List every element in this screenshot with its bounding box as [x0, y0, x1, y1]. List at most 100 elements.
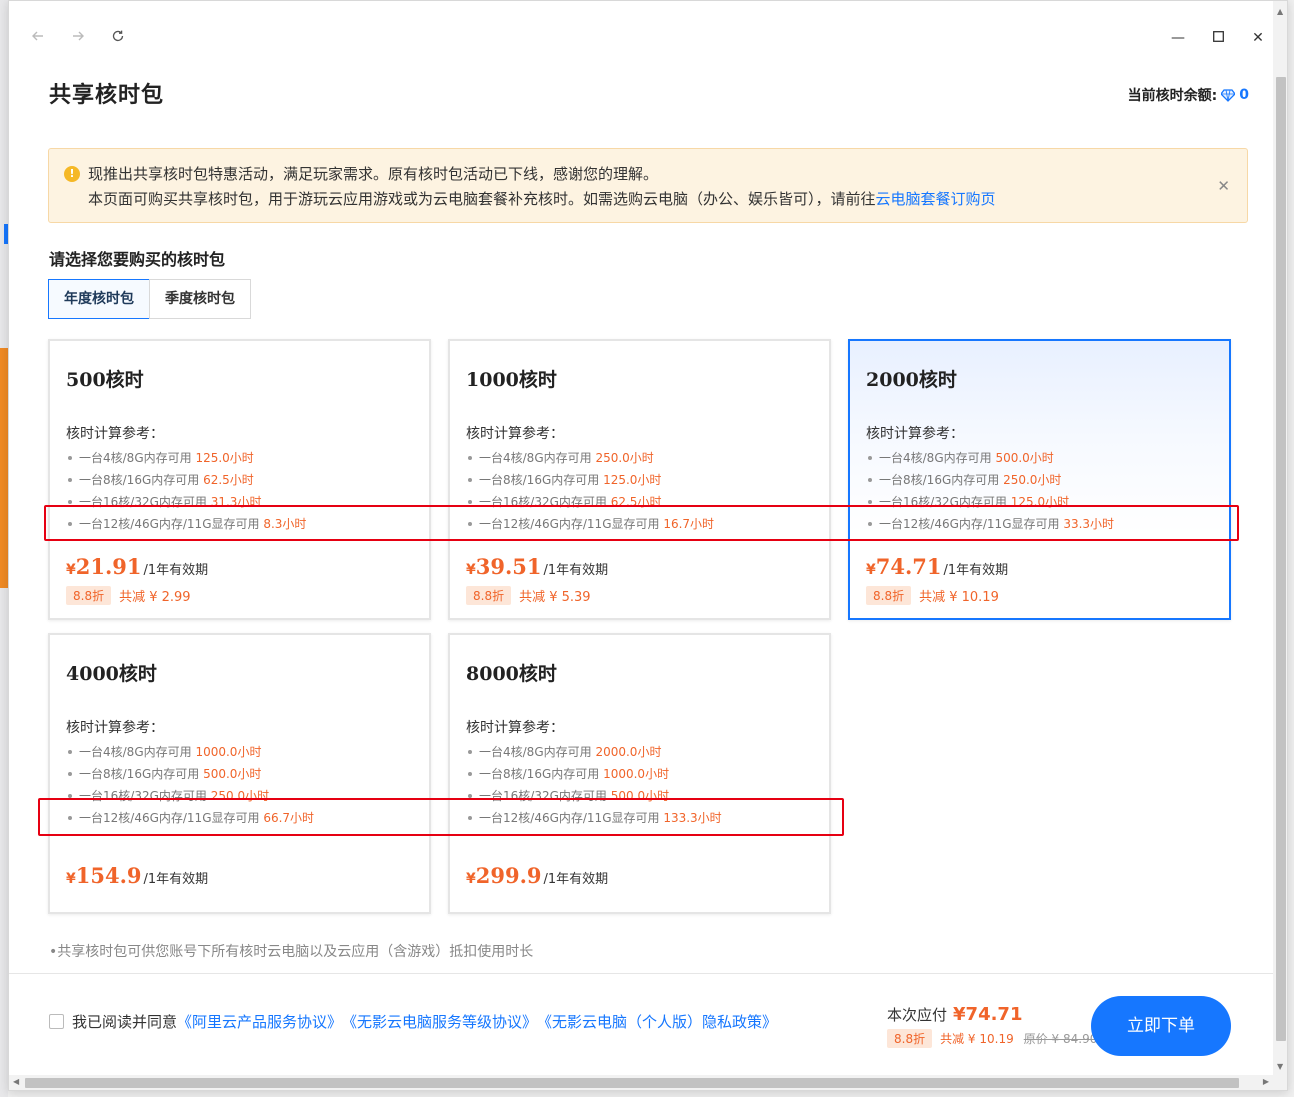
vertical-scrollbar[interactable]: ▲ ▼: [1273, 1, 1287, 1075]
vertical-scroll-thumb[interactable]: [1276, 77, 1286, 1041]
price: 154.9: [75, 863, 142, 888]
package-name: 2000核时: [866, 369, 957, 391]
spec-hours: 1000.0小时: [603, 767, 670, 781]
spec-text: 一台8核/16G内存可用: [79, 767, 200, 781]
notice-banner: ! 现推出共享核时包特惠活动，满足玩家需求。原有核时包活动已下线，感谢您的理解。…: [48, 148, 1248, 223]
pay-label: 本次应付: [887, 1006, 948, 1024]
validity: /1年有效期: [543, 872, 609, 887]
price: 21.91: [75, 554, 142, 579]
reference-title: 核时计算参考：: [866, 426, 964, 442]
balance-value: 0: [1239, 87, 1249, 103]
payment-summary: 本次应付 ¥74.71 8.8折 共减 ¥ 10.19 原价 ¥ 84.90: [887, 1004, 1097, 1048]
scroll-up-icon[interactable]: ▲: [1277, 7, 1283, 16]
original-price: 原价 ¥ 84.90: [1023, 1032, 1098, 1046]
saving-text: 共减 ¥ 10.19: [940, 1032, 1014, 1046]
discount-badge: 8.8折: [866, 586, 912, 605]
package-tabs: 年度核时包 季度核时包: [48, 279, 251, 319]
link-sla-agreement[interactable]: 《无影云电脑服务等级协议》: [342, 1011, 537, 1032]
price-row: ¥154.9/1年有效期: [66, 863, 208, 888]
spec-text: 一台8核/16G内存可用: [79, 473, 200, 487]
agreement-row: 我已阅读并同意 《阿里云产品服务协议》 《无影云电脑服务等级协议》 《无影云电脑…: [49, 1011, 777, 1032]
package-card-1000[interactable]: 1000核时 核时计算参考： 一台4核/8G内存可用 250.0小时 一台8核/…: [448, 339, 831, 620]
link-privacy-policy[interactable]: 《无影云电脑（个人版）隐私政策》: [537, 1011, 777, 1032]
spec-item: 一台8核/16G内存可用 500.0小时: [66, 763, 314, 785]
scroll-left-icon[interactable]: ◀: [13, 1077, 19, 1086]
foot-note: •共享核时包可供您账号下所有核时云电脑以及云应用（含游戏）抵扣使用时长: [49, 944, 534, 960]
maximize-button[interactable]: [1207, 27, 1229, 49]
package-name: 1000核时: [466, 369, 557, 391]
spec-hours: 2000.0小时: [595, 745, 662, 759]
horizontal-scrollbar[interactable]: ◀ ▶: [9, 1075, 1287, 1090]
highlight-box-row-1: [44, 505, 1239, 541]
saving-text: 共减 ¥ 2.99: [119, 590, 191, 605]
validity: /1年有效期: [943, 563, 1009, 578]
notice-line-2-text: 本页面可购买共享核时包，用于游玩云应用游戏或为云电脑套餐补充核时。如需选购云电脑…: [88, 190, 876, 208]
validity: /1年有效期: [543, 563, 609, 578]
tab-quarterly[interactable]: 季度核时包: [149, 279, 251, 319]
order-button[interactable]: 立即下单: [1091, 996, 1231, 1056]
spec-item: 一台8核/16G内存可用 1000.0小时: [466, 763, 722, 785]
discount-row: 8.8折 共减 ¥ 5.39: [466, 586, 591, 605]
spec-hours: 500.0小时: [203, 767, 262, 781]
spec-hours: 250.0小时: [595, 451, 654, 465]
notice-close-icon[interactable]: ✕: [1217, 177, 1230, 195]
reference-title: 核时计算参考：: [466, 426, 564, 442]
scroll-down-icon[interactable]: ▼: [1277, 1062, 1283, 1071]
section-label: 请选择您要购买的核时包: [49, 250, 226, 269]
price: 39.51: [475, 554, 542, 579]
agreement-checkbox[interactable]: [49, 1014, 64, 1029]
page-title: 共享核时包: [49, 82, 165, 108]
desktop-plan-link[interactable]: 云电脑套餐订购页: [876, 190, 996, 208]
package-card-500[interactable]: 500核时 核时计算参考： 一台4核/8G内存可用 125.0小时 一台8核/1…: [48, 339, 431, 620]
minimize-button[interactable]: —: [1167, 27, 1189, 49]
discount-badge: 8.8折: [887, 1029, 933, 1048]
background-app-panel: [0, 348, 8, 588]
page-content: — ✕ 共享核时包 当前核时余额: 0 ! 现推出共享核时包特惠活动，满足玩家需…: [9, 1, 1273, 1075]
balance-label: 当前核时余额:: [1127, 88, 1218, 104]
currency-symbol: ¥: [466, 562, 476, 578]
reference-title: 核时计算参考：: [66, 720, 164, 736]
diamond-icon: [1221, 89, 1236, 102]
package-card-2000[interactable]: 2000核时 核时计算参考： 一台4核/8G内存可用 500.0小时 一台8核/…: [848, 339, 1231, 620]
currency-symbol: ¥: [866, 562, 876, 578]
currency-symbol: ¥: [466, 871, 476, 887]
spec-item: 一台4核/8G内存可用 125.0小时: [66, 447, 306, 469]
price: 299.9: [475, 863, 542, 888]
link-aliyun-service-agreement[interactable]: 《阿里云产品服务协议》: [177, 1011, 342, 1032]
package-card-8000[interactable]: 8000核时 核时计算参考： 一台4核/8G内存可用 2000.0小时 一台8核…: [448, 633, 831, 914]
currency-symbol: ¥: [66, 871, 76, 887]
spec-text: 一台8核/16G内存可用: [879, 473, 1000, 487]
agreement-text: 我已阅读并同意: [72, 1013, 178, 1031]
saving-text: 共减 ¥ 5.39: [519, 590, 591, 605]
refresh-button[interactable]: [107, 27, 129, 49]
refresh-icon: [112, 30, 124, 42]
notice-line-1: 现推出共享核时包特惠活动，满足玩家需求。原有核时包活动已下线，感谢您的理解。: [88, 165, 659, 183]
spec-hours: 250.0小时: [1003, 473, 1062, 487]
discount-row: 8.8折 共减 ¥ 2.99: [66, 586, 191, 605]
price-row: ¥39.51/1年有效期: [466, 554, 608, 579]
package-card-4000[interactable]: 4000核时 核时计算参考： 一台4核/8G内存可用 1000.0小时 一台8核…: [48, 633, 431, 914]
price-row: ¥74.71/1年有效期: [866, 554, 1008, 579]
back-button[interactable]: [27, 27, 49, 49]
horizontal-scroll-thumb[interactable]: [25, 1078, 1239, 1088]
forward-button[interactable]: [67, 27, 89, 49]
discount-badge: 8.8折: [466, 586, 512, 605]
package-name: 4000核时: [66, 663, 157, 685]
checkout-footer: 我已阅读并同意 《阿里云产品服务协议》 《无影云电脑服务等级协议》 《无影云电脑…: [9, 973, 1273, 1075]
package-name: 500核时: [66, 369, 144, 391]
spec-text: 一台4核/8G内存可用: [879, 451, 992, 465]
maximize-icon: [1212, 31, 1224, 42]
spec-item: 一台8核/16G内存可用 125.0小时: [466, 469, 714, 491]
tab-annual[interactable]: 年度核时包: [48, 279, 150, 319]
validity: /1年有效期: [143, 872, 209, 887]
spec-hours: 500.0小时: [995, 451, 1054, 465]
currency-symbol: ¥: [66, 562, 76, 578]
spec-text: 一台4核/8G内存可用: [479, 745, 592, 759]
scroll-right-icon[interactable]: ▶: [1263, 1077, 1269, 1086]
reference-title: 核时计算参考：: [66, 426, 164, 442]
spec-item: 一台8核/16G内存可用 62.5小时: [66, 469, 306, 491]
close-window-button[interactable]: ✕: [1247, 27, 1269, 49]
spec-item: 一台4核/8G内存可用 250.0小时: [466, 447, 714, 469]
spec-hours: 125.0小时: [603, 473, 662, 487]
highlight-box-row-2: [38, 798, 844, 836]
